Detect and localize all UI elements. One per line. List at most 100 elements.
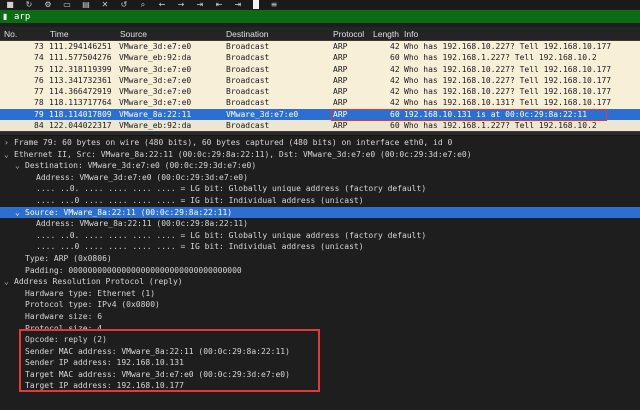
packet-info: Who has 192.168.1.227? Tell 192.168.10.2 — [404, 53, 597, 63]
back-icon[interactable]: ← — [158, 0, 166, 9]
tree-item-label: Address: VMware_8a:22:11 (00:0c:29:8a:22… — [36, 219, 248, 229]
packet-row[interactable]: 74 111.577504276 VMware_eb:92:da Broadca… — [0, 52, 640, 64]
packet-destination: Broadcast — [226, 87, 270, 97]
packet-info: Who has 192.168.1.227? Tell 192.168.10.2 — [404, 121, 597, 131]
autoscroll-icon[interactable] — [253, 0, 259, 9]
packet-time: 118.114017809 — [49, 109, 112, 119]
tree-item-field[interactable]: Padding: 0000000000000000000000000000000… — [0, 265, 640, 277]
packet-length: 42 — [390, 64, 400, 74]
column-source[interactable]: Source — [120, 29, 147, 39]
packet-row[interactable]: 76 113.341732361 VMware_3d:e7:e0 Broadca… — [0, 74, 640, 87]
tree-item-field[interactable]: Address: VMware_8a:22:11 (00:0c:29:8a:22… — [0, 218, 640, 230]
last-icon[interactable]: ⇥ — [234, 0, 242, 9]
packet-no: 78 — [34, 98, 44, 108]
column-length[interactable]: Length — [373, 29, 399, 39]
collapse-arrow-icon[interactable]: ⌄ — [4, 149, 12, 161]
annotation-box-arp-fields — [19, 329, 320, 392]
tree-item-field[interactable]: .... ...0 .... .... .... .... = IG bit: … — [0, 195, 640, 207]
tree-item-field[interactable]: .... ...0 .... .... .... .... = IG bit: … — [0, 241, 640, 253]
packet-destination: Broadcast — [226, 98, 270, 108]
packet-row[interactable]: 77 114.366472919 VMware_3d:e7:e0 Broadca… — [0, 86, 640, 98]
collapse-arrow-icon[interactable]: ⌄ — [15, 207, 23, 219]
packet-length: 60 — [390, 121, 400, 131]
packet-time: 114.366472919 — [49, 87, 112, 97]
display-filter-bar: ▮ — [0, 10, 640, 23]
packet-source: VMware_3d:e7:e0 — [119, 87, 192, 97]
packet-length: 42 — [390, 98, 400, 108]
packet-no: 76 — [34, 75, 44, 85]
packet-no: 77 — [34, 87, 44, 97]
forward-icon[interactable]: → — [177, 0, 185, 9]
packet-destination: Broadcast — [226, 121, 270, 131]
colorize-icon[interactable]: ≡ — [270, 0, 278, 9]
packet-no: 84 — [34, 121, 44, 131]
tree-item-frame[interactable]: › Frame 79: 60 bytes on wire (480 bits),… — [0, 137, 640, 149]
search-icon[interactable]: ⌕ — [139, 0, 147, 9]
options-icon[interactable]: ⚙ — [44, 0, 52, 9]
tree-item-label: .... ..0. .... .... .... .... = LG bit: … — [36, 184, 427, 194]
tree-item-field[interactable]: .... ..0. .... .... .... .... = LG bit: … — [0, 230, 640, 242]
main-toolbar: ■ ↻ ⚙ ▭ ▤ ✕ ↺ ⌕ ← → ⇥ ⇤ ⇥ ≡ — [0, 0, 640, 9]
restart-icon[interactable]: ↻ — [25, 0, 33, 9]
packet-destination: Broadcast — [226, 75, 270, 85]
packet-protocol: ARP — [333, 53, 348, 63]
tree-item-ethernet[interactable]: ⌄ Ethernet II, Src: VMware_8a:22:11 (00:… — [0, 149, 640, 161]
expand-arrow-icon[interactable]: › — [4, 137, 12, 149]
column-info[interactable]: Info — [404, 29, 418, 39]
packet-protocol: ARP — [333, 75, 348, 85]
packet-row[interactable]: 73 111.294146251 VMware_3d:e7:e0 Broadca… — [0, 41, 640, 53]
packet-info: Who has 192.168.10.227? Tell 192.168.10.… — [404, 64, 612, 74]
tree-item-field[interactable]: Address: VMware_3d:e7:e0 (00:0c:29:3d:e7… — [0, 172, 640, 184]
reload-icon[interactable]: ↺ — [120, 0, 128, 9]
column-protocol[interactable]: Protocol — [333, 29, 364, 39]
packet-time: 111.294146251 — [49, 42, 112, 51]
packet-protocol: ARP — [333, 42, 348, 51]
collapse-arrow-icon[interactable]: ⌄ — [4, 276, 12, 288]
pane-splitter[interactable] — [0, 131, 640, 136]
tree-item-label: .... ...0 .... .... .... .... = IG bit: … — [36, 195, 364, 205]
packet-row[interactable]: 78 118.113717764 VMware_3d:e7:e0 Broadca… — [0, 97, 640, 109]
stop-icon[interactable]: ■ — [6, 0, 14, 9]
close-icon[interactable]: ✕ — [101, 0, 109, 9]
packet-row[interactable]: 75 112.318119399 VMware_3d:e7:e0 Broadca… — [0, 63, 640, 75]
packet-source: VMware_3d:e7:e0 — [119, 75, 192, 85]
tree-item-label: .... ...0 .... .... .... .... = IG bit: … — [36, 242, 364, 252]
tree-item-field[interactable]: .... ..0. .... .... .... .... = LG bit: … — [0, 183, 640, 195]
tree-item-label: Frame 79: 60 bytes on wire (480 bits), 6… — [14, 138, 453, 147]
packet-time: 112.318119399 — [49, 64, 112, 74]
tree-item-field[interactable]: Type: ARP (0x0806) — [0, 253, 640, 265]
bookmark-icon[interactable]: ▮ — [3, 12, 11, 21]
first-icon[interactable]: ⇤ — [215, 0, 223, 9]
display-filter-input[interactable] — [11, 10, 611, 23]
packet-info: Who has 192.168.10.227? Tell 192.168.10.… — [404, 87, 612, 97]
packet-info: Who has 192.168.10.131? Tell 192.168.10.… — [404, 98, 612, 108]
packet-row[interactable]: 84 122.044022317 VMware_eb:92:da Broadca… — [0, 120, 640, 132]
packet-destination: VMware_3d:e7:e0 — [226, 109, 299, 119]
save-icon[interactable]: ▤ — [82, 0, 90, 9]
collapse-arrow-icon[interactable]: ⌄ — [15, 160, 23, 172]
column-time[interactable]: Time — [50, 29, 69, 39]
packet-time: 113.341732361 — [49, 75, 112, 85]
packet-source: VMware_3d:e7:e0 — [119, 42, 192, 51]
column-destination[interactable]: Destination — [226, 29, 269, 39]
packet-length: 60 — [390, 53, 400, 63]
packet-no: 79 — [34, 109, 44, 119]
packet-list-header: No. Time Source Destination Protocol Len… — [0, 27, 640, 41]
jump-icon[interactable]: ⇥ — [196, 0, 204, 9]
packet-source: VMware_3d:e7:e0 — [119, 98, 192, 108]
packet-length: 42 — [390, 87, 400, 97]
tree-item-label: Hardware size: 6 — [25, 311, 103, 321]
tree-item-arp[interactable]: ⌄ Address Resolution Protocol (reply) — [0, 276, 640, 288]
open-icon[interactable]: ▭ — [63, 0, 71, 9]
packet-no: 75 — [34, 64, 44, 74]
tree-item-label: Padding: 0000000000000000000000000000000… — [25, 265, 242, 275]
packet-destination: Broadcast — [226, 64, 270, 74]
tree-item-field[interactable]: Hardware size: 6 — [0, 311, 640, 323]
tree-item-destination[interactable]: ⌄ Destination: VMware_3d:e7:e0 (00:0c:29… — [0, 160, 640, 172]
tree-item-field[interactable]: Protocol type: IPv4 (0x0800) — [0, 299, 640, 311]
tree-item-field[interactable]: Hardware type: Ethernet (1) — [0, 288, 640, 300]
packet-info: Who has 192.168.10.227? Tell 192.168.10.… — [404, 42, 612, 51]
tree-item-label: .... ..0. .... .... .... .... = LG bit: … — [36, 230, 427, 240]
column-no[interactable]: No. — [4, 29, 17, 39]
tree-item-source-selected[interactable]: ⌄ Source: VMware_8a:22:11 (00:0c:29:8a:2… — [0, 206, 640, 219]
